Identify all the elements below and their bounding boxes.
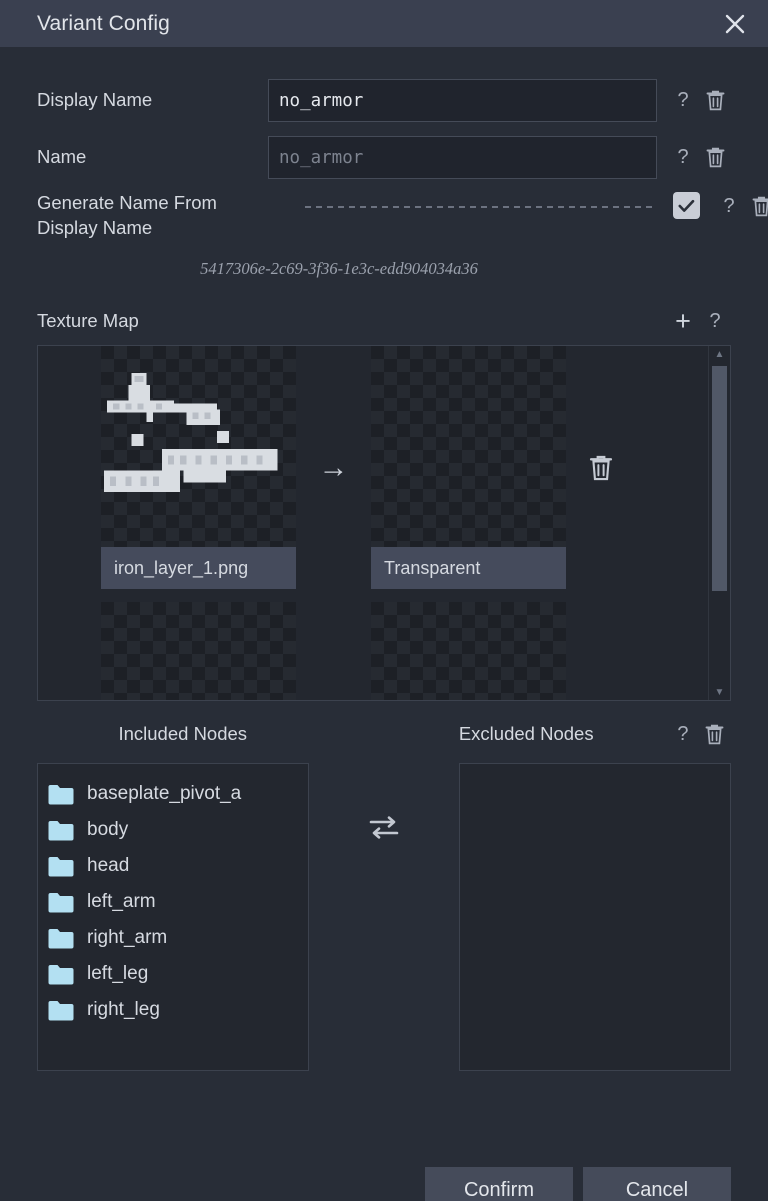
texture-row-delete[interactable]: [566, 602, 636, 700]
trash-icon[interactable]: [745, 190, 768, 222]
folder-icon: [48, 892, 74, 912]
list-item[interactable]: right_leg: [48, 992, 308, 1028]
display-name-row: Display Name ?: [37, 79, 731, 122]
node-label: right_arm: [87, 927, 168, 948]
folder-icon: [48, 928, 74, 948]
texture-target-name: Transparent: [371, 547, 566, 589]
name-label: Name: [37, 146, 87, 168]
texture-target-thumbnail: [371, 602, 566, 700]
list-item[interactable]: right_arm: [48, 920, 308, 956]
generate-name-checkbox[interactable]: [673, 192, 700, 219]
help-icon[interactable]: ?: [667, 142, 699, 174]
folder-icon: [48, 856, 74, 876]
nodes-body: baseplate_pivot_abody head left_arm right_a…: [37, 763, 731, 1071]
generate-name-row: Generate Name From Display Name ?: [37, 191, 768, 253]
help-icon[interactable]: ?: [699, 305, 731, 337]
node-label: baseplate_pivot_a: [87, 783, 242, 804]
name-input[interactable]: [268, 136, 657, 179]
texture-map-row: →: [38, 602, 708, 700]
name-row: Name ?: [37, 136, 731, 179]
scrollbar-thumb[interactable]: [712, 366, 727, 591]
dialog-titlebar: Variant Config: [0, 0, 768, 47]
scroll-up-arrow-icon[interactable]: ▲: [709, 346, 730, 362]
texture-map-scroll-area: iron_layer_1.png → Transparent: [38, 346, 708, 700]
excluded-nodes-title: Excluded Nodes: [458, 723, 594, 744]
folder-icon: [48, 964, 74, 984]
swap-nodes-button[interactable]: [309, 763, 459, 1071]
dialog-body: Display Name ? Name ?: [0, 79, 768, 1201]
texture-target-cell[interactable]: Transparent: [371, 346, 566, 589]
list-item[interactable]: body: [48, 812, 308, 848]
dotted-connector: [305, 206, 655, 208]
close-icon[interactable]: [718, 7, 752, 41]
texture-map-panel: iron_layer_1.png → Transparent ▲ ▼: [37, 345, 731, 701]
folder-icon: [48, 820, 74, 840]
texture-source-cell[interactable]: iron_layer_1.png: [101, 346, 296, 589]
list-item[interactable]: head: [48, 848, 308, 884]
confirm-button[interactable]: Confirm: [425, 1167, 573, 1201]
nodes-header: Included Nodes Excluded Nodes ?: [37, 717, 731, 751]
texture-target-cell[interactable]: [371, 602, 566, 700]
node-label: left_leg: [87, 963, 149, 984]
dialog-footer: Confirm Cancel: [0, 1167, 768, 1201]
texture-source-cell[interactable]: [101, 602, 296, 700]
node-label: body: [87, 819, 129, 840]
swap-arrows-icon: [369, 816, 399, 839]
help-icon[interactable]: ?: [713, 190, 745, 222]
node-label: right_leg: [87, 999, 160, 1020]
list-item[interactable]: left_arm: [48, 884, 308, 920]
display-name-label: Display Name: [37, 89, 153, 111]
cancel-button[interactable]: Cancel: [583, 1167, 731, 1201]
node-label: left_arm: [87, 891, 156, 912]
generate-name-label: Generate Name From Display Name: [37, 192, 217, 238]
excluded-nodes-list[interactable]: [459, 763, 731, 1071]
texture-source-thumbnail: [101, 602, 296, 700]
folder-icon: [48, 1000, 74, 1020]
included-nodes-title: Included Nodes: [118, 723, 248, 744]
list-item[interactable]: left_leg: [48, 956, 308, 992]
texture-mapping-arrow: →: [296, 602, 371, 700]
trash-icon[interactable]: [699, 142, 731, 174]
scroll-down-arrow-icon[interactable]: ▼: [709, 684, 730, 700]
dialog-title: Variant Config: [37, 11, 170, 35]
trash-icon[interactable]: [699, 85, 731, 117]
texture-map-scrollbar[interactable]: ▲ ▼: [708, 346, 730, 700]
texture-source-name: iron_layer_1.png: [101, 547, 296, 589]
texture-row-delete[interactable]: [566, 346, 636, 589]
help-icon[interactable]: ?: [667, 85, 699, 117]
texture-mapping-arrow: →: [318, 450, 349, 484]
folder-icon: [48, 784, 74, 804]
list-item[interactable]: baseplate_pivot_a: [48, 776, 308, 812]
display-name-input[interactable]: [268, 79, 657, 122]
variant-uuid: 5417306e-2c69-3f36-1e3c-edd904034a36: [200, 259, 478, 278]
trash-icon[interactable]: [699, 718, 731, 750]
node-label: head: [87, 855, 130, 876]
name-actions: ?: [667, 142, 731, 174]
included-nodes-list[interactable]: baseplate_pivot_abody head left_arm right_a…: [37, 763, 309, 1071]
add-texture-button[interactable]: +: [667, 305, 699, 337]
texture-map-header: Texture Map + ?: [37, 305, 731, 337]
display-name-actions: ?: [667, 85, 731, 117]
texture-map-row: iron_layer_1.png → Transparent: [38, 346, 708, 602]
help-icon[interactable]: ?: [667, 718, 699, 750]
texture-map-title: Texture Map: [37, 310, 139, 331]
generate-name-actions: ?: [713, 190, 768, 222]
